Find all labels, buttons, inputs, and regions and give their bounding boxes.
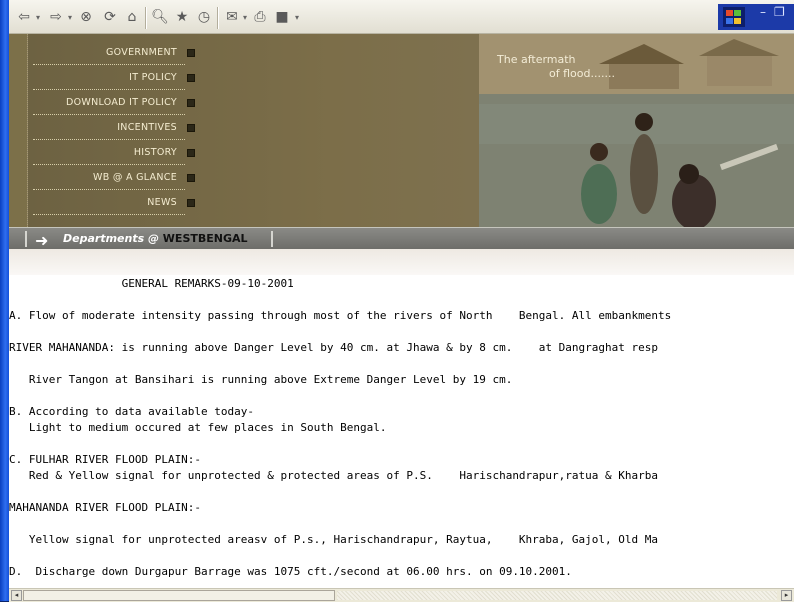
windows-logo-icon <box>723 7 745 27</box>
departments-label-prefix: Departments @ <box>63 232 163 245</box>
bullet-icon <box>187 149 195 157</box>
site-banner: GOVERNMENT IT POLICY DOWNLOAD IT POLICY … <box>9 34 794 227</box>
forward-icon[interactable]: ⇨ <box>47 7 65 27</box>
menu-item-label: HISTORY <box>133 146 177 158</box>
scroll-track[interactable] <box>337 591 777 600</box>
report-line: D. Discharge down Durgapur Barrage was 1… <box>9 565 572 578</box>
caption-line-2: of flood....... <box>549 67 615 80</box>
search-icon[interactable]: 🔍︎ <box>151 7 169 27</box>
flood-report: GENERAL REMARKS-09-10-2001 A. Flow of mo… <box>9 276 794 578</box>
restore-icon[interactable]: ❐ <box>774 5 785 19</box>
divider <box>271 231 273 247</box>
toolbar-separator <box>217 7 218 29</box>
caption-line-1: The aftermath <box>497 53 576 66</box>
report-line: Red & Yellow signal for unprotected & pr… <box>9 469 659 482</box>
scroll-thumb[interactable] <box>23 590 335 601</box>
report-line: MAHANANDA RIVER FLOOD PLAIN:- <box>9 501 202 514</box>
divider <box>25 231 27 247</box>
window-frame-left <box>0 0 9 601</box>
bullet-icon <box>187 199 195 207</box>
departments-link[interactable]: Departments @ WESTBENGAL <box>63 232 248 245</box>
bullet-icon <box>187 174 195 182</box>
menu-item-government[interactable]: GOVERNMENT <box>33 40 195 65</box>
report-line: Light to medium occured at few places in… <box>9 421 387 434</box>
edit-dropdown-icon[interactable]: ▾ <box>293 7 301 27</box>
report-line: River Tangon at Bansihari is running abo… <box>9 373 513 386</box>
arrow-right-icon: ➜ <box>35 231 49 250</box>
menu-item-it-policy[interactable]: IT POLICY <box>33 65 195 90</box>
report-line: A. Flow of moderate intensity passing th… <box>9 309 672 322</box>
home-icon[interactable]: ⌂ <box>123 7 141 27</box>
menu-item-label: GOVERNMENT <box>106 46 177 58</box>
stop-icon[interactable]: ⊗ <box>77 7 95 27</box>
menu-item-incentives[interactable]: INCENTIVES <box>33 115 195 140</box>
bullet-icon <box>187 99 195 107</box>
menu-item-label: DOWNLOAD IT POLICY <box>66 96 177 108</box>
bullet-icon <box>187 49 195 57</box>
mail-icon[interactable]: ✉ <box>223 7 241 27</box>
scroll-left-icon[interactable]: ◂ <box>11 590 22 601</box>
back-dropdown-icon[interactable]: ▾ <box>34 7 42 27</box>
menu-item-history[interactable]: HISTORY <box>33 140 195 165</box>
forward-dropdown-icon[interactable]: ▾ <box>66 7 74 27</box>
menu-item-label: IT POLICY <box>129 71 177 83</box>
menu-item-label: NEWS <box>147 196 177 208</box>
minimize-icon[interactable]: – <box>760 5 766 19</box>
menu-item-news[interactable]: NEWS <box>33 190 195 215</box>
departments-label-bold: WESTBENGAL <box>162 232 248 245</box>
bullet-icon <box>187 74 195 82</box>
content-header-fade <box>9 249 794 275</box>
mail-dropdown-icon[interactable]: ▾ <box>241 7 249 27</box>
report-line: RIVER MAHANANDA: is running above Danger… <box>9 341 659 354</box>
menu-item-label: WB @ A GLANCE <box>93 171 177 183</box>
bullet-icon <box>187 124 195 132</box>
departments-bar[interactable]: ➜ Departments @ WESTBENGAL <box>9 227 794 251</box>
report-line: C. FULHAR RIVER FLOOD PLAIN:- <box>9 453 202 466</box>
browser-toolbar: ⇦ ▾ ⇨ ▾ ⊗ ⟳ ⌂ 🔍︎ ★ ◷ ✉ ▾ ⎙ ■ ▾ <box>9 0 794 34</box>
back-icon[interactable]: ⇦ <box>15 7 33 27</box>
refresh-icon[interactable]: ⟳ <box>101 7 119 27</box>
toolbar-separator <box>145 7 146 29</box>
menu-item-download-it-policy[interactable]: DOWNLOAD IT POLICY <box>33 90 195 115</box>
web-page: GOVERNMENT IT POLICY DOWNLOAD IT POLICY … <box>9 34 794 588</box>
menu-item-wb-at-a-glance[interactable]: WB @ A GLANCE <box>33 165 195 190</box>
print-icon[interactable]: ⎙ <box>251 7 269 27</box>
history-icon[interactable]: ◷ <box>195 7 213 27</box>
banner-caption: The aftermath of flood....... <box>497 53 615 81</box>
report-line: Yellow signal for unprotected areasv of … <box>9 533 659 546</box>
report-title: GENERAL REMARKS-09-10-2001 <box>9 277 294 290</box>
report-line: B. According to data available today- <box>9 405 255 418</box>
scroll-right-icon[interactable]: ▸ <box>781 590 792 601</box>
horizontal-scrollbar[interactable]: ◂ ▸ <box>9 588 794 602</box>
menu-item-label: INCENTIVES <box>117 121 177 133</box>
favorites-icon[interactable]: ★ <box>173 7 191 27</box>
main-menu: GOVERNMENT IT POLICY DOWNLOAD IT POLICY … <box>33 40 195 215</box>
edit-icon[interactable]: ■ <box>273 7 291 27</box>
